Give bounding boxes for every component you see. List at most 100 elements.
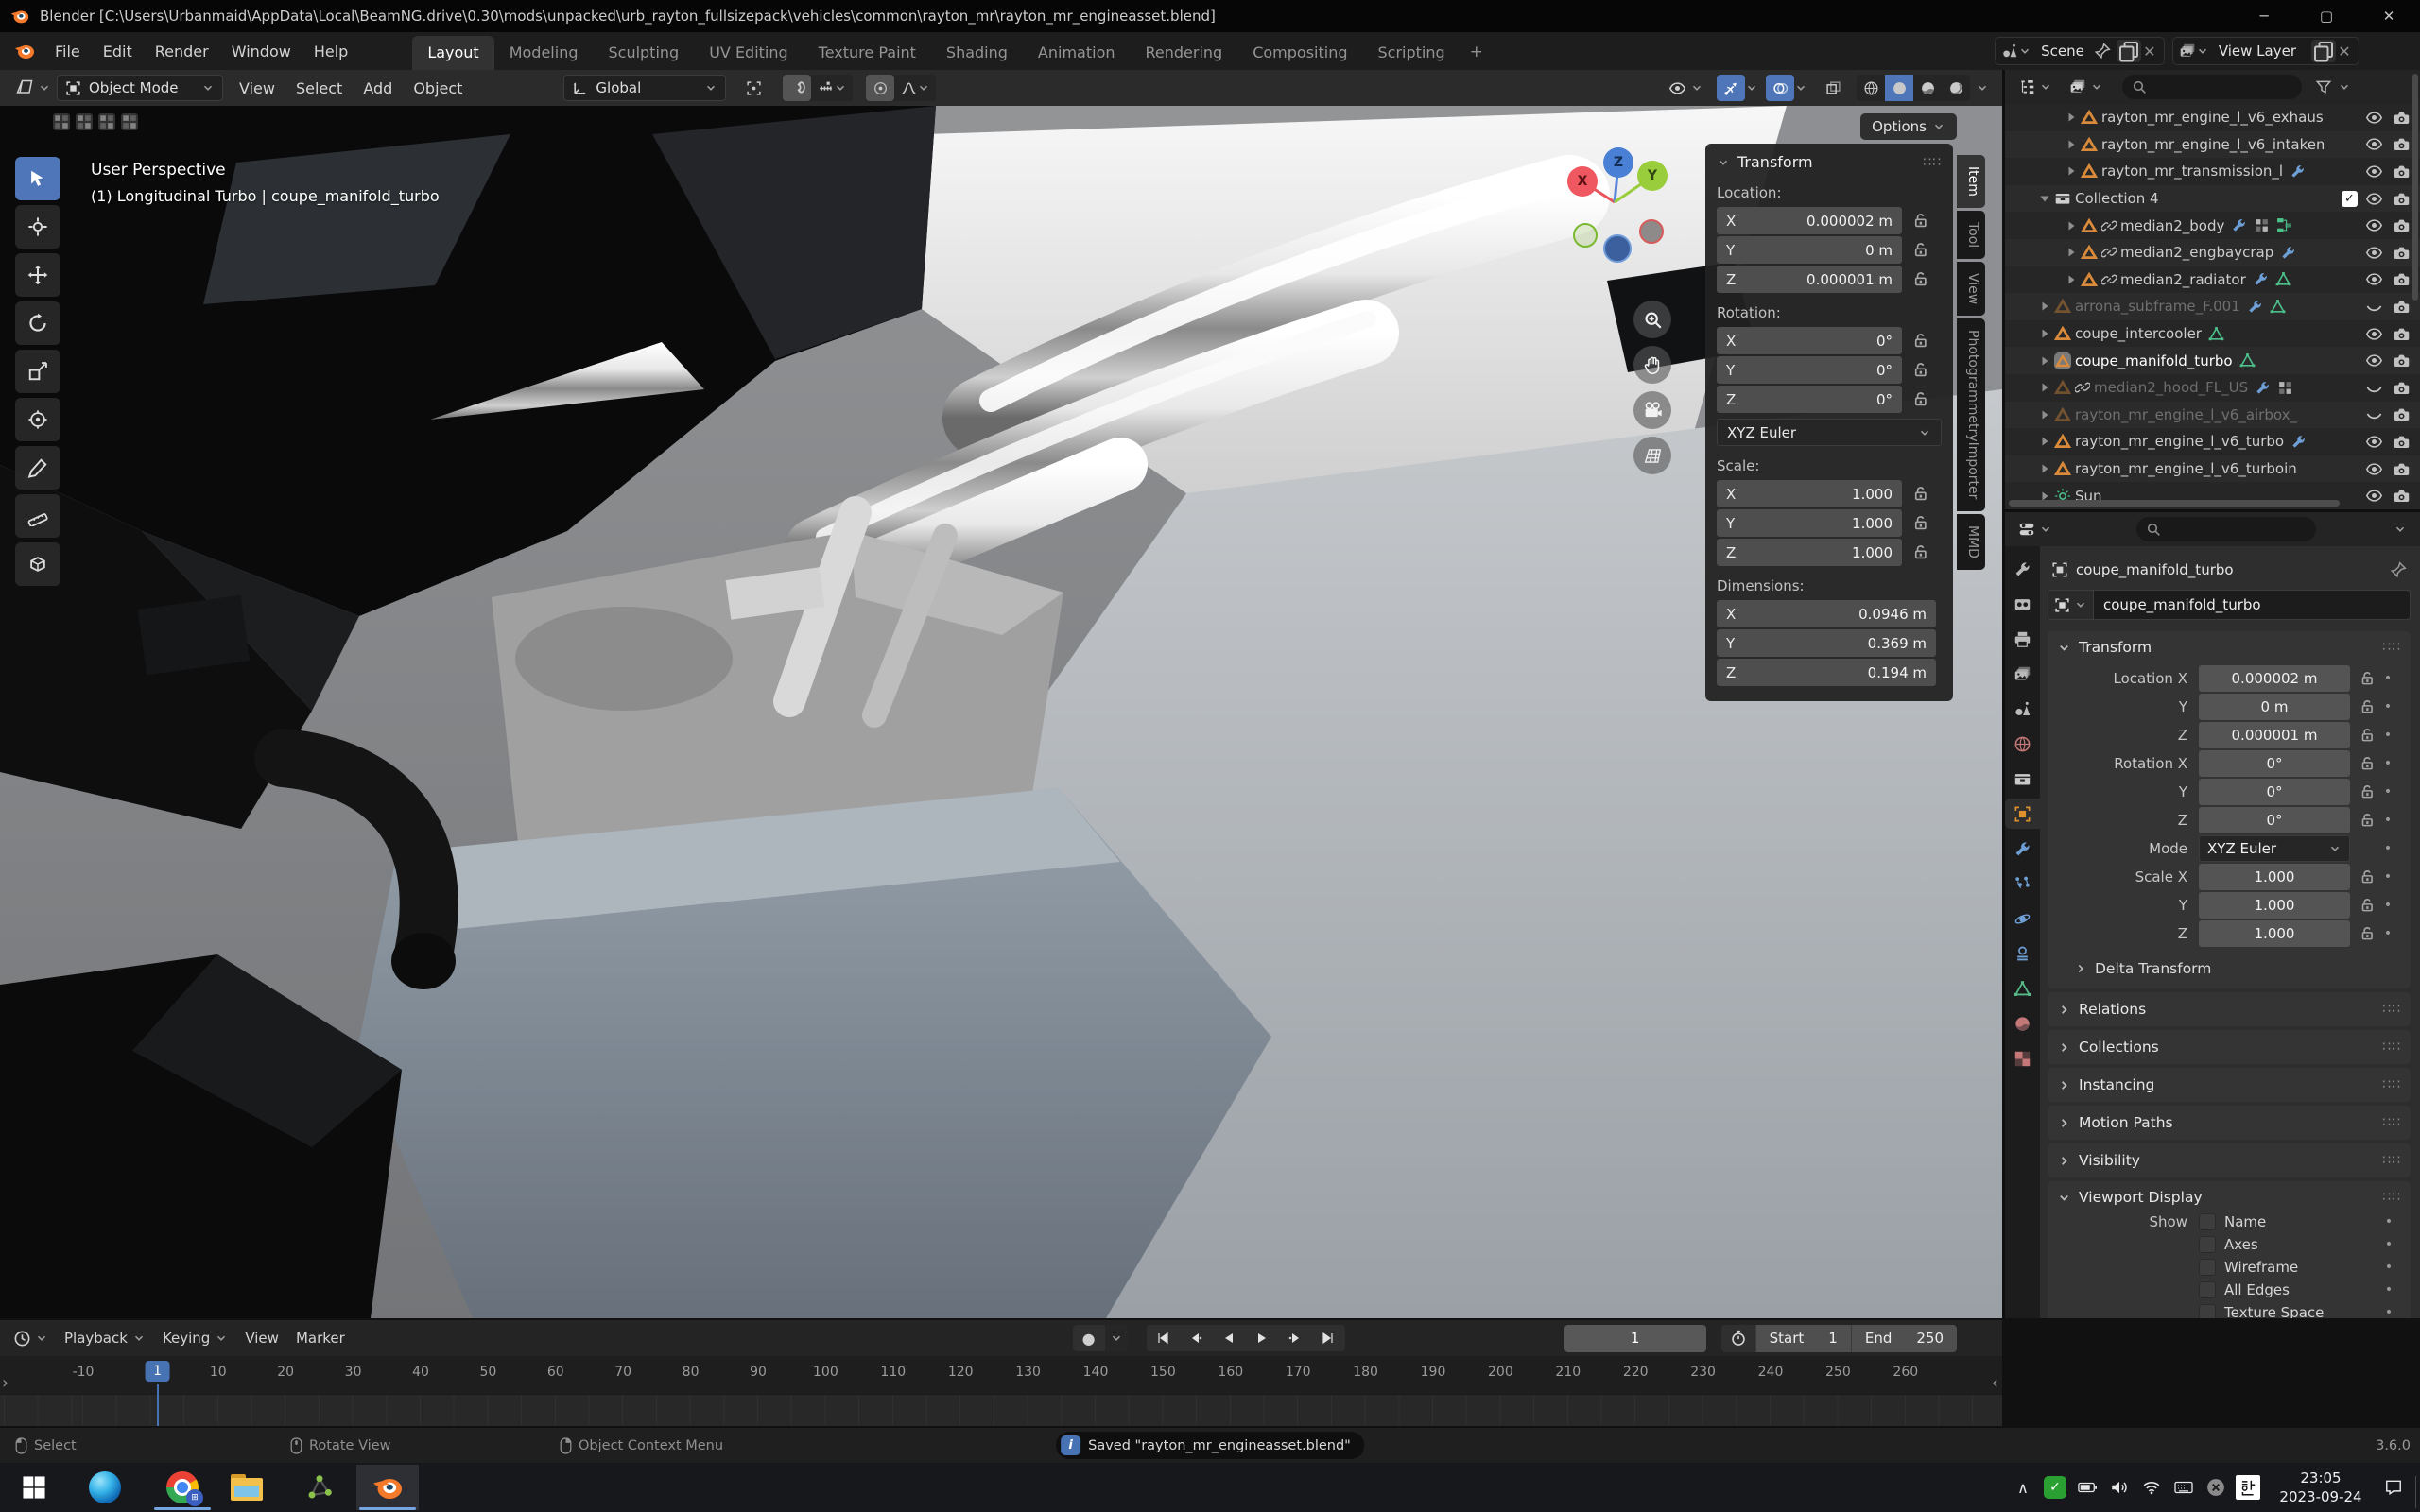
lock-open-icon[interactable] <box>2359 812 2376 829</box>
lock-open-icon[interactable] <box>1911 332 1929 350</box>
chevron-down-icon[interactable] <box>1794 81 1807 94</box>
checkbox-all-edges[interactable] <box>2199 1281 2216 1298</box>
expander-closed-icon[interactable] <box>2037 380 2052 395</box>
gizmo-neg-z-axis[interactable] <box>1603 234 1632 263</box>
outliner-search-input[interactable] <box>2122 75 2302 99</box>
properties-tab-material[interactable] <box>2005 1008 2040 1039</box>
camera-restrict-icon[interactable] <box>2393 325 2411 343</box>
taskbar-app-node-app[interactable] <box>288 1465 351 1510</box>
checkbox-axes[interactable] <box>2199 1236 2216 1253</box>
panel-grip-icon[interactable]: ∷∷ <box>2382 1115 2401 1130</box>
timeline-expand-right-icon[interactable]: ‹ <box>1992 1373 1998 1393</box>
workspace-tab-modeling[interactable]: Modeling <box>494 36 594 70</box>
transform-loc-z-field[interactable]: Z0.000001 m <box>1717 266 1902 293</box>
panel-grip-icon[interactable]: ∷∷ <box>2382 1190 2401 1205</box>
expander-closed-icon[interactable] <box>2037 353 2052 369</box>
show-desktop-button[interactable] <box>2415 1476 2416 1508</box>
expander-closed-icon[interactable] <box>2037 461 2052 476</box>
lock-open-icon[interactable] <box>1911 543 1929 561</box>
eye-open-icon[interactable] <box>2365 163 2383 180</box>
outliner-row[interactable]: rayton_mr_engine_l_v6_turbointake_me <box>2005 455 2420 483</box>
chevron-down-icon[interactable] <box>1745 81 1758 94</box>
panel-grip-icon[interactable]: ∷∷ <box>2382 1153 2401 1168</box>
current-frame-indicator[interactable]: 1 <box>145 1361 170 1382</box>
outliner-row[interactable]: coupe_manifold_turbo <box>2005 347 2420 374</box>
minimize-button[interactable]: ─ <box>2233 0 2295 32</box>
next-keyframe-button[interactable] <box>1279 1325 1312 1351</box>
outliner-row[interactable]: rayton_mr_engine_l_v6_turbo <box>2005 428 2420 455</box>
expander-open-icon[interactable] <box>2037 191 2052 206</box>
object-name-field[interactable]: coupe_manifold_turbo <box>2094 590 2411 620</box>
outliner-vertical-scrollbar[interactable] <box>2412 74 2418 301</box>
pin-icon[interactable] <box>2390 561 2407 578</box>
outliner-horizontal-scrollbar[interactable] <box>2009 500 2340 507</box>
shading-rendered-button[interactable] <box>1942 75 1970 101</box>
current-frame-field[interactable]: 1 <box>1564 1325 1706 1352</box>
viewport-menu-object[interactable]: Object <box>403 79 473 97</box>
eye-open-icon[interactable] <box>2365 352 2383 369</box>
properties-tab-object-data[interactable] <box>2005 973 2040 1004</box>
panel-grip-icon[interactable]: ∷∷ <box>2382 1077 2401 1092</box>
cursor-tool-button[interactable] <box>15 205 60 249</box>
add-cube-tool-button[interactable] <box>15 542 60 586</box>
animate-property-dot[interactable]: • <box>2377 1260 2401 1275</box>
tray-expand-icon[interactable]: ∧ <box>2007 1463 2039 1512</box>
lock-open-icon[interactable] <box>2359 925 2376 942</box>
workspace-tab-compositing[interactable]: Compositing <box>1237 36 1362 70</box>
outliner-row[interactable]: median2_radiator <box>2005 266 2420 294</box>
expander-closed-icon[interactable] <box>2064 137 2079 152</box>
collapsed-panel-icon[interactable] <box>53 113 70 130</box>
camera-view-button[interactable] <box>1634 391 1671 429</box>
camera-restrict-icon[interactable] <box>2393 405 2411 423</box>
transform-value-field[interactable]: 0.000002 m <box>2199 665 2350 692</box>
expander-closed-icon[interactable] <box>2064 110 2079 125</box>
play-reverse-button[interactable] <box>1213 1325 1246 1351</box>
outliner-row[interactable]: rayton_mr_transmission_l <box>2005 158 2420 185</box>
transform-tool-button[interactable] <box>15 398 60 441</box>
workspace-tab-shading[interactable]: Shading <box>931 36 1023 70</box>
frame-start-field[interactable]: Start 1 <box>1755 1325 1851 1352</box>
camera-restrict-icon[interactable] <box>2393 487 2411 505</box>
pin-icon[interactable] <box>2094 43 2111 60</box>
panel-grip-icon[interactable]: ∷∷ <box>2382 1040 2401 1055</box>
camera-restrict-icon[interactable] <box>2393 190 2411 208</box>
transform-dim-z-field[interactable]: Z0.194 m <box>1717 659 1936 686</box>
auto-keying-record-button[interactable]: ● <box>1073 1325 1105 1351</box>
play-button[interactable] <box>1246 1325 1279 1351</box>
taskbar-app-file-explorer[interactable] <box>216 1465 278 1510</box>
use-preview-range-button[interactable] <box>1721 1325 1755 1352</box>
animate-property-dot[interactable]: • <box>2376 784 2400 799</box>
camera-restrict-icon[interactable] <box>2393 135 2411 153</box>
panel-relations[interactable]: Relations∷∷ <box>2048 992 2411 1026</box>
lock-open-icon[interactable] <box>1911 514 1929 532</box>
lock-open-icon[interactable] <box>2359 868 2376 885</box>
panel-grip-icon[interactable]: ∷∷ <box>1923 155 1942 170</box>
eye-open-icon[interactable] <box>2365 433 2383 451</box>
pan-button[interactable] <box>1634 346 1671 384</box>
transform-value-field[interactable]: 1.000 <box>2199 892 2350 919</box>
transform-value-field[interactable]: 0° <box>2199 750 2350 777</box>
lock-open-icon[interactable] <box>2359 670 2376 687</box>
properties-tab-tool[interactable] <box>2005 554 2040 584</box>
transform-scale-y-field[interactable]: Y1.000 <box>1717 509 1902 537</box>
eye-open-icon[interactable] <box>2365 190 2383 208</box>
checkbox-wireframe[interactable] <box>2199 1259 2216 1276</box>
camera-restrict-icon[interactable] <box>2393 216 2411 234</box>
navigation-gizmo[interactable]: X Z Y <box>1541 142 1692 284</box>
battery-icon[interactable] <box>2071 1463 2103 1512</box>
checkbox-name[interactable] <box>2199 1213 2216 1230</box>
properties-tab-physics[interactable] <box>2005 903 2040 934</box>
animate-property-dot[interactable]: • <box>2376 841 2400 856</box>
sidebar-tab-mmd[interactable]: MMD <box>1957 514 1985 570</box>
transform-dim-y-field[interactable]: Y0.369 m <box>1717 629 1936 657</box>
menu-window[interactable]: Window <box>220 37 302 66</box>
rotate-tool-button[interactable] <box>15 301 60 345</box>
outliner-row[interactable]: arrona_subframe_F.001 <box>2005 293 2420 320</box>
viewport-display-header[interactable]: Viewport Display ∷∷ <box>2057 1189 2401 1206</box>
transform-rot-x-field[interactable]: X0° <box>1717 327 1902 354</box>
transform-loc-x-field[interactable]: X0.000002 m <box>1717 207 1902 234</box>
transform-value-field[interactable]: 0° <box>2199 779 2350 805</box>
annotate-tool-button[interactable] <box>15 446 60 490</box>
transform-orientation-dropdown[interactable]: Global <box>563 75 726 101</box>
properties-tab-constraints[interactable] <box>2005 938 2040 969</box>
